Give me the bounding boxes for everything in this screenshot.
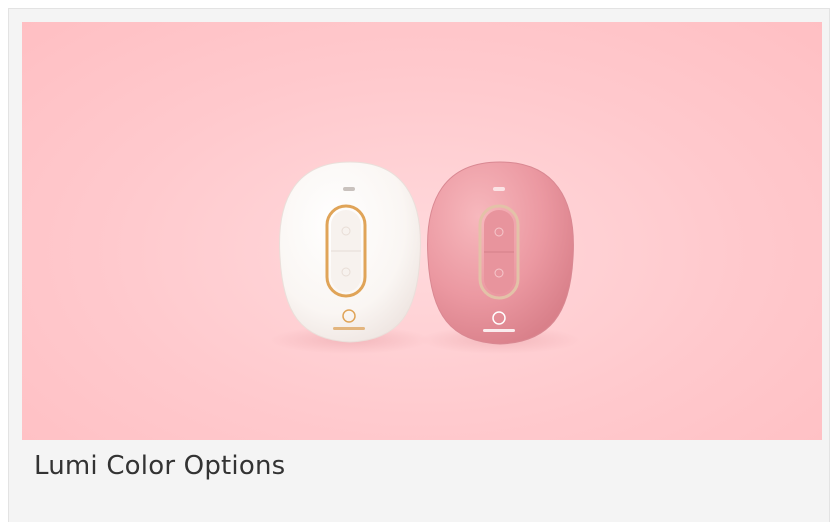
pink-device	[427, 161, 574, 345]
product-card: Lumi Color Options	[8, 8, 830, 522]
product-image[interactable]	[22, 22, 822, 440]
image-caption: Lumi Color Options	[34, 451, 286, 481]
white-device	[279, 161, 421, 343]
product-photo-svg	[270, 161, 580, 354]
